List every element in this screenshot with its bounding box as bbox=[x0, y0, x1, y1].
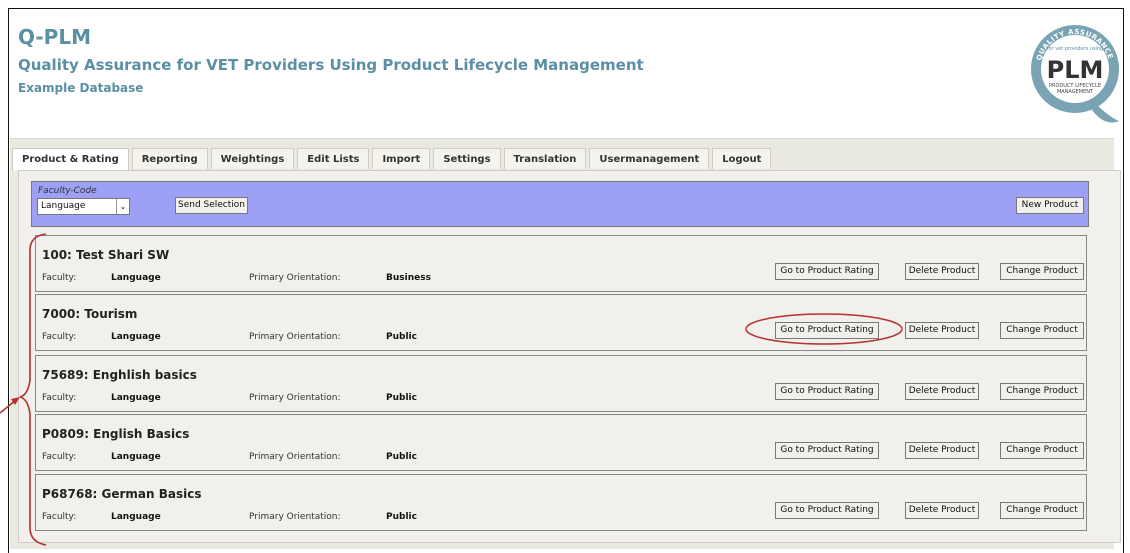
highlight-ellipse bbox=[745, 313, 903, 345]
annotation-overlay bbox=[0, 233, 903, 546]
curly-brace-annotation bbox=[19, 233, 47, 546]
